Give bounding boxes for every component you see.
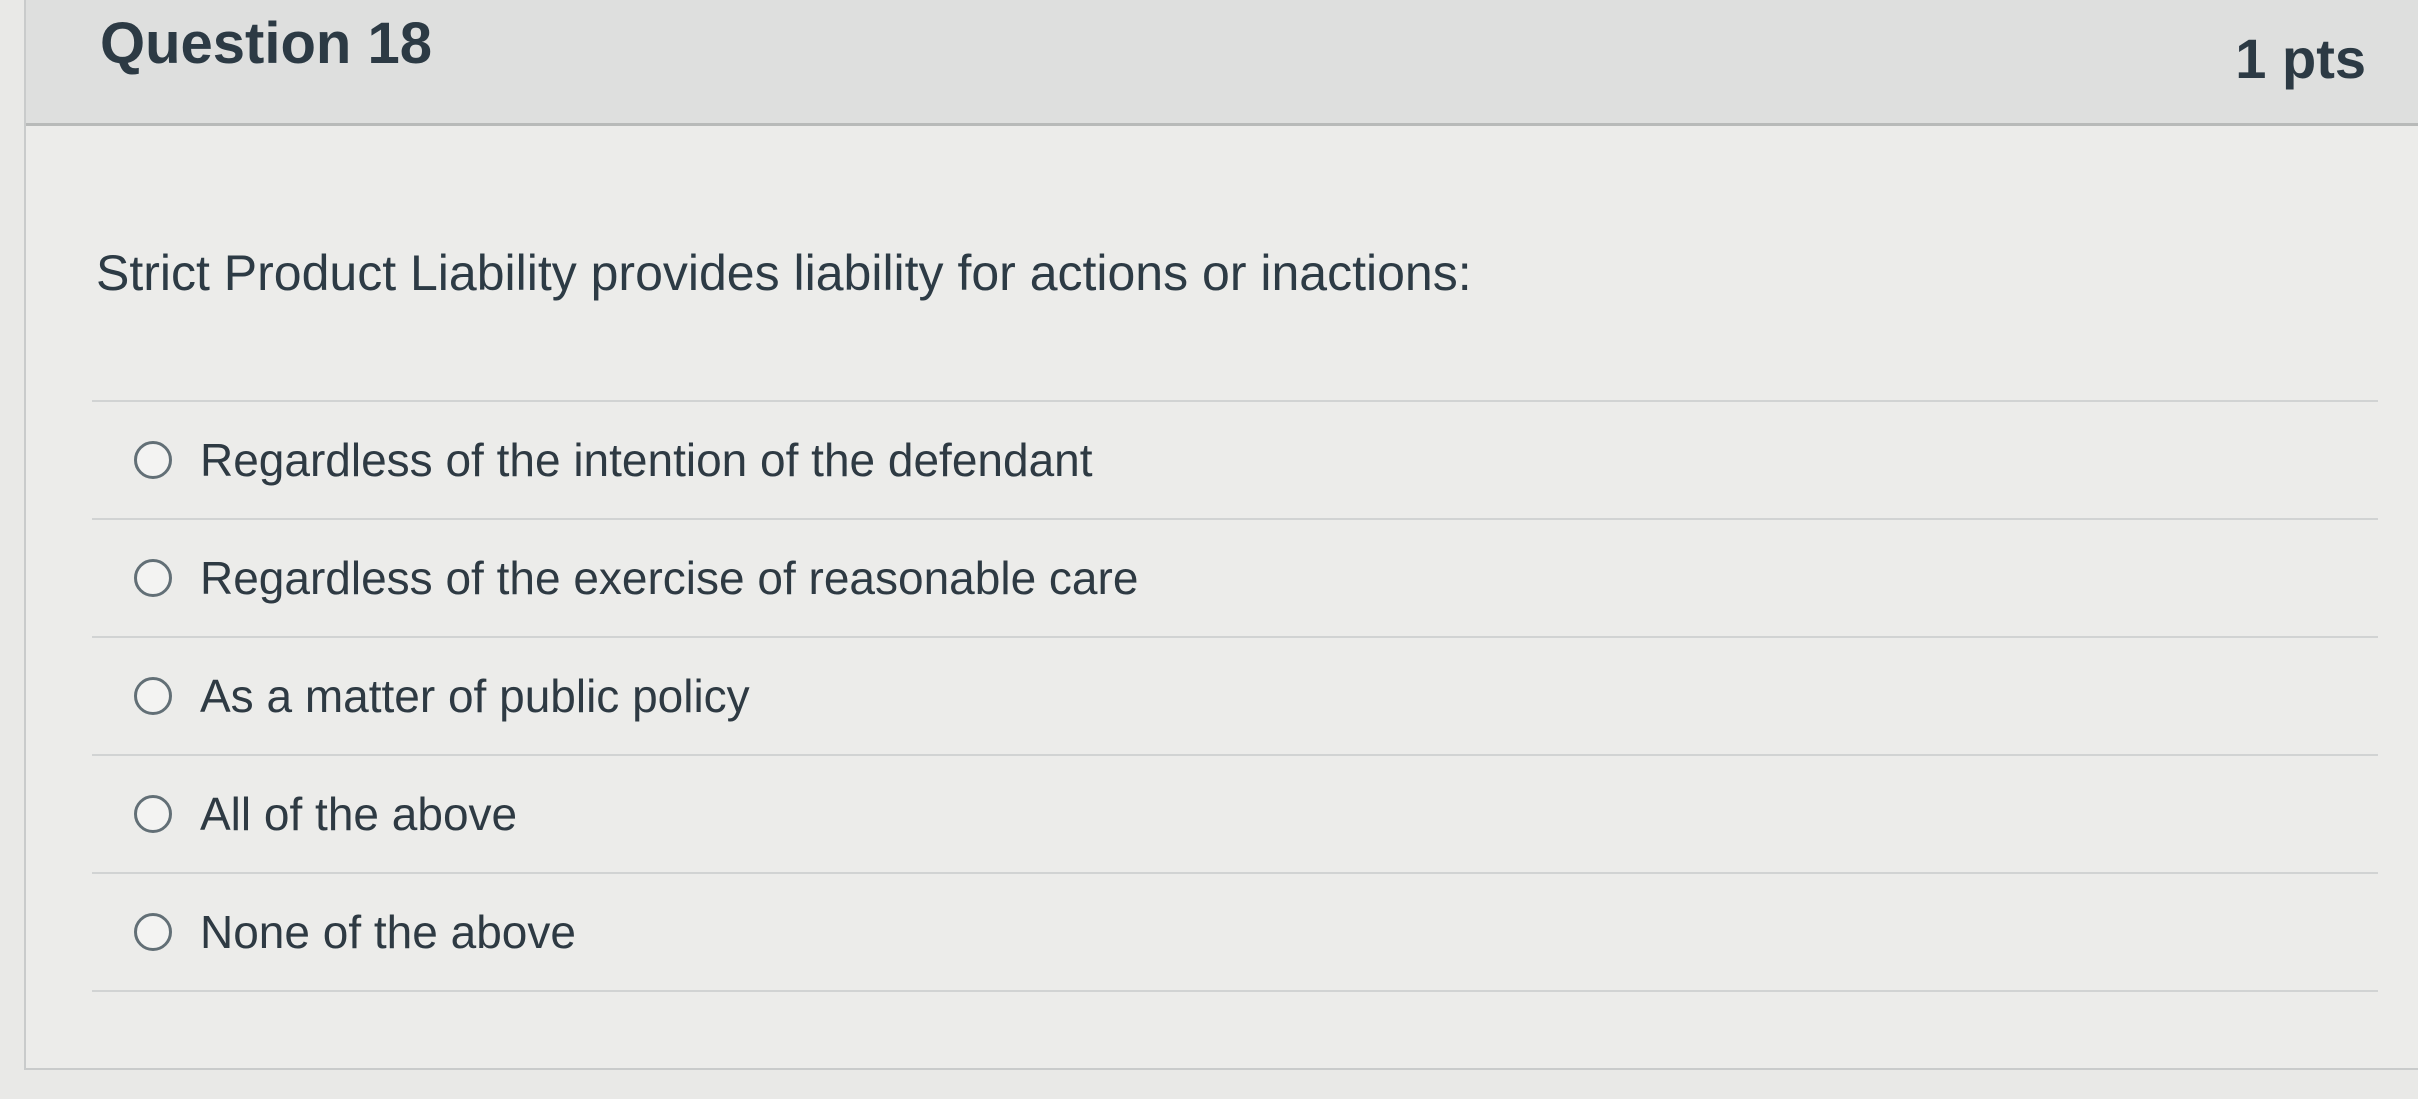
radio-button-icon[interactable] [134, 795, 172, 833]
answer-label: Regardless of the intention of the defen… [200, 434, 1093, 486]
answer-option-4[interactable]: All of the above [92, 756, 2378, 874]
radio-button-icon[interactable] [134, 559, 172, 597]
question-text: Strict Product Liability provides liabil… [96, 245, 1472, 301]
answer-label: All of the above [200, 788, 518, 840]
answer-option-5[interactable]: None of the above [92, 874, 2378, 992]
answer-option-3[interactable]: As a matter of public policy [92, 638, 2378, 756]
answer-list: Regardless of the intention of the defen… [92, 400, 2378, 992]
radio-button-icon[interactable] [134, 677, 172, 715]
answer-option-1[interactable]: Regardless of the intention of the defen… [92, 402, 2378, 520]
question-title: Question 18 [100, 11, 432, 76]
question-header: Question 18 1 pts [26, 0, 2418, 126]
question-card: Question 18 1 pts Strict Product Liabili… [24, 0, 2418, 1070]
radio-button-icon[interactable] [134, 913, 172, 951]
answer-label: Regardless of the exercise of reasonable… [200, 552, 1139, 604]
question-points: 1 pts [2235, 27, 2366, 90]
answer-label: None of the above [200, 906, 576, 958]
radio-button-icon[interactable] [134, 441, 172, 479]
answer-label: As a matter of public policy [200, 670, 750, 722]
answer-option-2[interactable]: Regardless of the exercise of reasonable… [92, 520, 2378, 638]
